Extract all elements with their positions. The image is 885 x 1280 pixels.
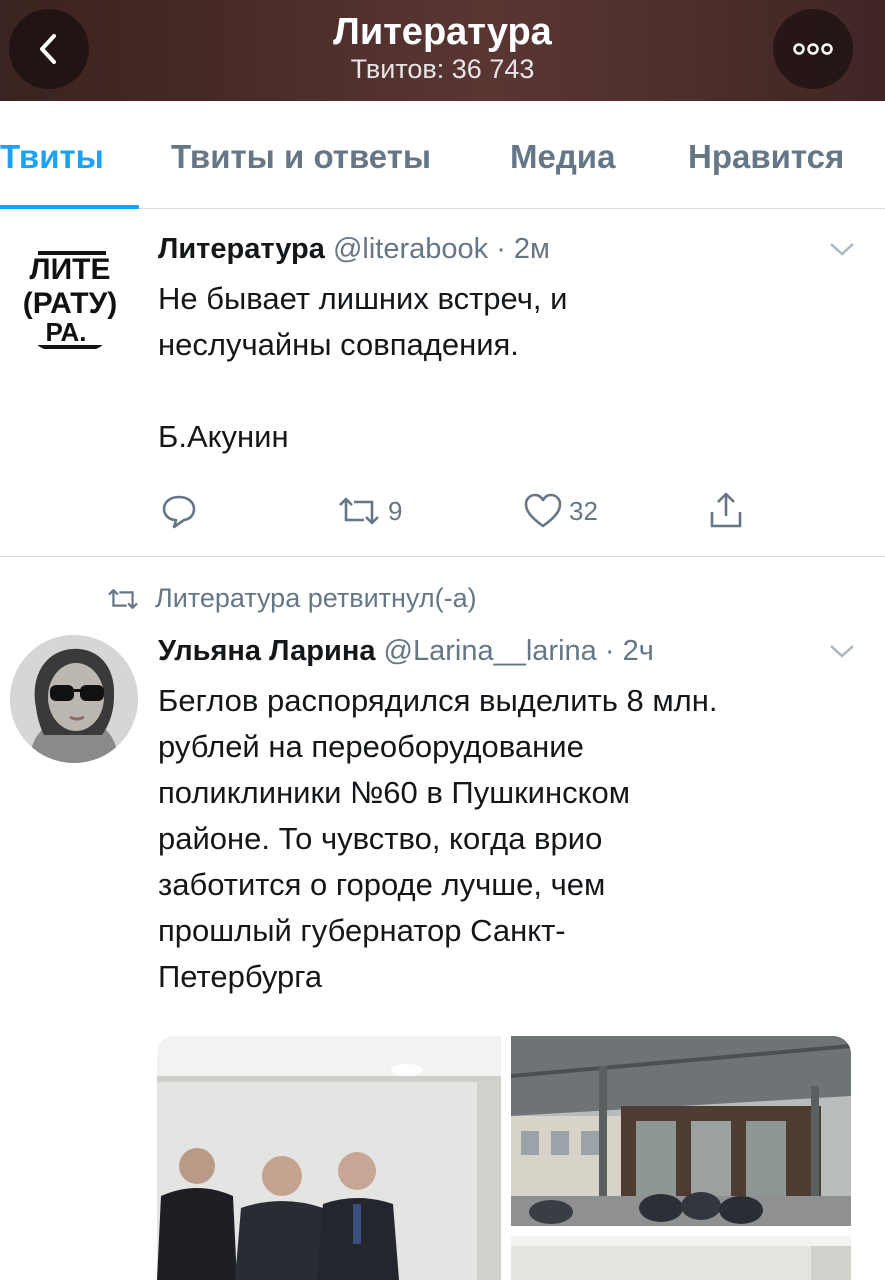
avatar[interactable]: ЛИТЕ (РАТУ) РА. — [10, 235, 130, 355]
tab-tweets[interactable]: Твиты — [0, 137, 104, 177]
tab-tweets-and-replies[interactable]: Твиты и ответы — [171, 137, 431, 177]
retweet-icon — [339, 497, 379, 525]
photo-officials-indoor — [157, 1036, 501, 1280]
profile-header: Литература Твитов: 36 743 — [0, 0, 885, 101]
tweet-text: Беглов распорядился выделить 8 млн. рубл… — [158, 683, 718, 994]
tweet-divider — [0, 556, 885, 557]
retweet-count: 9 — [388, 495, 403, 526]
media-photo-1[interactable] — [157, 1036, 501, 1280]
chevron-down-icon[interactable] — [828, 240, 856, 258]
tweet-header: Литература @literabook · 2м — [158, 232, 550, 266]
svg-text:(РАТУ): (РАТУ) — [23, 287, 118, 320]
like-count: 32 — [569, 495, 598, 526]
active-tab-indicator — [0, 205, 139, 209]
tab-likes[interactable]: Нравится — [688, 137, 844, 177]
reply-icon — [162, 495, 196, 529]
user-photo — [10, 635, 138, 763]
literatura-logo: ЛИТЕ (РАТУ) РА. — [23, 251, 118, 349]
retweet-icon — [108, 588, 138, 609]
retweet-button[interactable]: 9 — [336, 492, 402, 530]
tab-media[interactable]: Медиа — [510, 137, 615, 177]
tweet-text: Не бывает лишних встреч, и неслучайны со… — [158, 281, 568, 454]
author-handle[interactable]: @Larina__larina — [384, 635, 597, 667]
svg-text:РА.: РА. — [45, 317, 86, 347]
tweet-count: Твитов: 36 743 — [350, 54, 535, 84]
heart-icon — [524, 493, 562, 528]
tweet-header: Ульяна Ларина @Larina__larina · 2ч — [158, 634, 654, 668]
like-button[interactable]: 32 — [523, 492, 598, 530]
more-dots-icon — [793, 43, 833, 55]
tweet-time: · 2м — [496, 233, 550, 265]
avatar[interactable] — [10, 635, 138, 763]
retweet-banner-text: Литература ретвитнул(-а) — [155, 583, 477, 613]
author-name[interactable]: Литература — [158, 233, 325, 265]
retweet-banner[interactable]: Литература ретвитнул(-а) — [105, 583, 477, 614]
tweet-time: · 2ч — [604, 635, 654, 667]
chevron-down-icon[interactable] — [828, 642, 856, 660]
media-photo-3[interactable] — [511, 1236, 851, 1280]
photo-clinic-entrance — [511, 1036, 851, 1226]
svg-text:ЛИТЕ: ЛИТЕ — [30, 253, 111, 286]
header-title: Литература — [333, 11, 552, 53]
author-handle[interactable]: @literabook — [333, 233, 488, 265]
share-button[interactable] — [706, 490, 746, 530]
more-button[interactable] — [773, 9, 853, 89]
media-photo-2[interactable] — [511, 1036, 851, 1226]
share-icon — [710, 492, 742, 528]
author-name[interactable]: Ульяна Ларина — [158, 635, 375, 667]
reply-button[interactable] — [160, 492, 204, 530]
photo-interior — [511, 1236, 851, 1280]
profile-tabs: Твиты Твиты и ответы Медиа Нравится — [0, 101, 885, 209]
